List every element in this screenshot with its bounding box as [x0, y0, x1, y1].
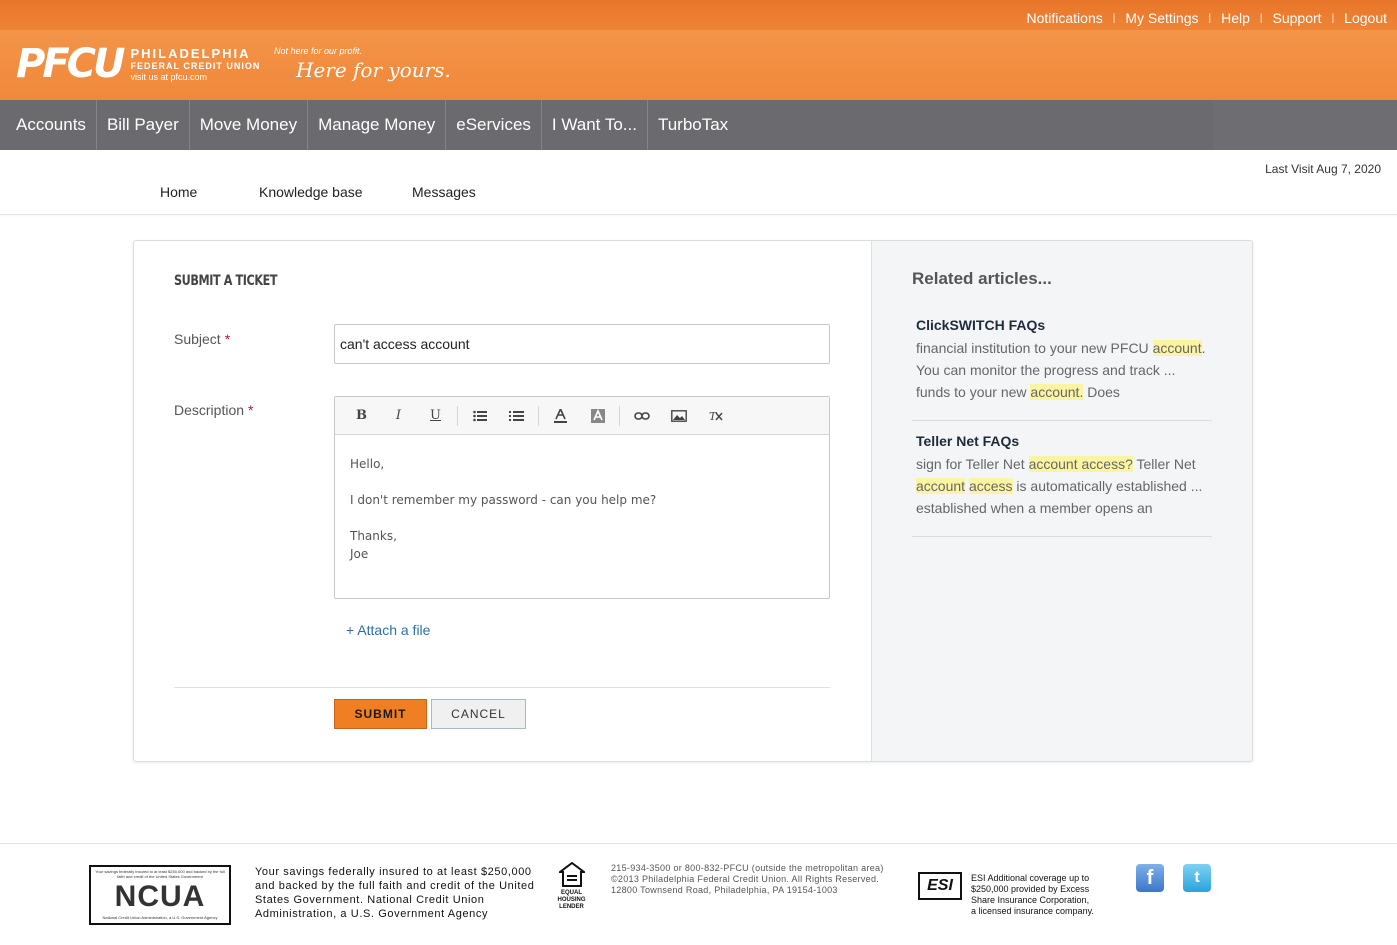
toolbar-divider — [457, 405, 458, 426]
editor-line: I don't remember my password - can you h… — [350, 493, 657, 507]
link-icon[interactable] — [623, 397, 660, 435]
toolbar-divider — [619, 405, 620, 426]
nav-eservices[interactable]: eServices — [446, 100, 542, 150]
separator: | — [1208, 12, 1212, 24]
logo-mark: PFCU — [16, 41, 125, 87]
attach-file-link[interactable]: + Attach a file — [346, 622, 430, 638]
bold-button[interactable]: B — [343, 397, 380, 435]
facebook-icon[interactable]: f — [1136, 864, 1164, 892]
separator: | — [1259, 12, 1263, 24]
form-title: SUBMIT A TICKET — [174, 273, 278, 289]
logout-link[interactable]: Logout — [1344, 10, 1387, 26]
top-header: Notifications | My Settings | Help | Sup… — [0, 0, 1397, 100]
equal-housing-lender-logo: EQUAL HOUSING LENDER — [549, 861, 594, 911]
nav-bill-payer[interactable]: Bill Payer — [97, 100, 190, 150]
image-icon[interactable] — [660, 397, 697, 435]
bulleted-list-icon[interactable] — [461, 397, 498, 435]
logo-line-2: FEDERAL CREDIT UNION — [130, 60, 261, 71]
cancel-button[interactable]: CANCEL — [431, 699, 526, 729]
editor-content[interactable]: Hello, I don't remember my password - ca… — [335, 435, 829, 583]
underline-button[interactable]: U — [417, 397, 454, 435]
top-links: Notifications | My Settings | Help | Sup… — [1026, 10, 1387, 26]
ncua-logo[interactable]: Your savings federally insured to at lea… — [89, 865, 231, 925]
separator: | — [1331, 12, 1335, 24]
tagline: Not here for our profit. Here for yours. — [274, 46, 451, 82]
numbered-list-icon[interactable] — [498, 397, 535, 435]
tagline-large: Here for yours. — [296, 58, 451, 82]
description-label: Description * — [174, 402, 254, 418]
clear-format-icon[interactable]: T — [697, 397, 734, 435]
related-article[interactable]: Teller Net FAQs sign for Teller Net acco… — [912, 433, 1212, 537]
italic-button[interactable]: I — [380, 397, 417, 435]
last-visit: Last Visit Aug 7, 2020 — [1265, 162, 1381, 176]
article-title[interactable]: ClickSWITCH FAQs — [916, 317, 1212, 333]
notifications-link[interactable]: Notifications — [1026, 10, 1102, 26]
nav-turbotax[interactable]: TurboTax — [648, 100, 738, 150]
subnav-home[interactable]: Home — [160, 184, 197, 200]
subnav-messages[interactable]: Messages — [412, 184, 476, 200]
subject-input[interactable] — [334, 324, 830, 364]
editor-line: Thanks, — [350, 529, 397, 543]
related-title: Related articles... — [912, 269, 1052, 288]
ticket-form: SUBMIT A TICKET Subject* Description* B … — [134, 241, 871, 761]
footer: Your savings federally insured to at lea… — [0, 843, 1397, 945]
nav-manage-money[interactable]: Manage Money — [308, 100, 447, 150]
editor-toolbar: B I U T — [335, 397, 829, 435]
nav-i-want-to[interactable]: I Want To... — [542, 100, 648, 150]
form-divider — [174, 687, 830, 688]
house-icon — [556, 861, 587, 888]
sub-nav: Last Visit Aug 7, 2020 Home Knowledge ba… — [0, 150, 1397, 215]
insured-statement: Your savings federally insured to at lea… — [255, 866, 535, 920]
logo-line-3: visit us at pfcu.com — [130, 71, 208, 82]
ticket-card: SUBMIT A TICKET Subject* Description* B … — [133, 240, 1253, 762]
separator: | — [1112, 12, 1116, 24]
nav-move-money[interactable]: Move Money — [190, 100, 309, 150]
my-settings-link[interactable]: My Settings — [1125, 10, 1198, 26]
editor-line: Joe — [350, 547, 369, 561]
help-link[interactable]: Help — [1221, 10, 1250, 26]
pfcu-logo[interactable]: PFCU PHILADELPHIA FEDERAL CREDIT UNION v… — [16, 44, 260, 84]
related-article[interactable]: ClickSWITCH FAQs financial institution t… — [912, 317, 1212, 421]
subnav-knowledge-base[interactable]: Knowledge base — [259, 184, 363, 200]
required-mark: * — [248, 402, 254, 418]
editor-line: Hello, — [350, 457, 385, 471]
main-nav: Accounts Bill Payer Move Money Manage Mo… — [0, 100, 1397, 150]
article-title[interactable]: Teller Net FAQs — [916, 433, 1212, 449]
contact-address: 215-934-3500 or 800-832-PFCU (outside th… — [611, 863, 884, 895]
twitter-icon[interactable]: t — [1183, 864, 1211, 892]
description-editor[interactable]: B I U T Hello, I don't remember my passw… — [334, 396, 830, 599]
text-color-icon[interactable] — [542, 397, 579, 435]
submit-button[interactable]: SUBMIT — [334, 699, 427, 729]
esi-statement: ESI Additional coverage up to $250,000 p… — [971, 873, 1094, 916]
support-link[interactable]: Support — [1273, 10, 1322, 26]
tagline-small: Not here for our profit. — [274, 46, 363, 56]
required-mark: * — [224, 331, 231, 347]
logo-line-1: PHILADELPHIA — [130, 45, 251, 61]
subject-label: Subject * — [174, 331, 231, 347]
background-color-icon[interactable] — [579, 397, 616, 435]
related-articles-panel: Related articles... ClickSWITCH FAQs fin… — [871, 241, 1252, 761]
toolbar-divider — [538, 405, 539, 426]
esi-logo[interactable]: ESI — [918, 872, 962, 900]
nav-accounts[interactable]: Accounts — [0, 100, 97, 150]
